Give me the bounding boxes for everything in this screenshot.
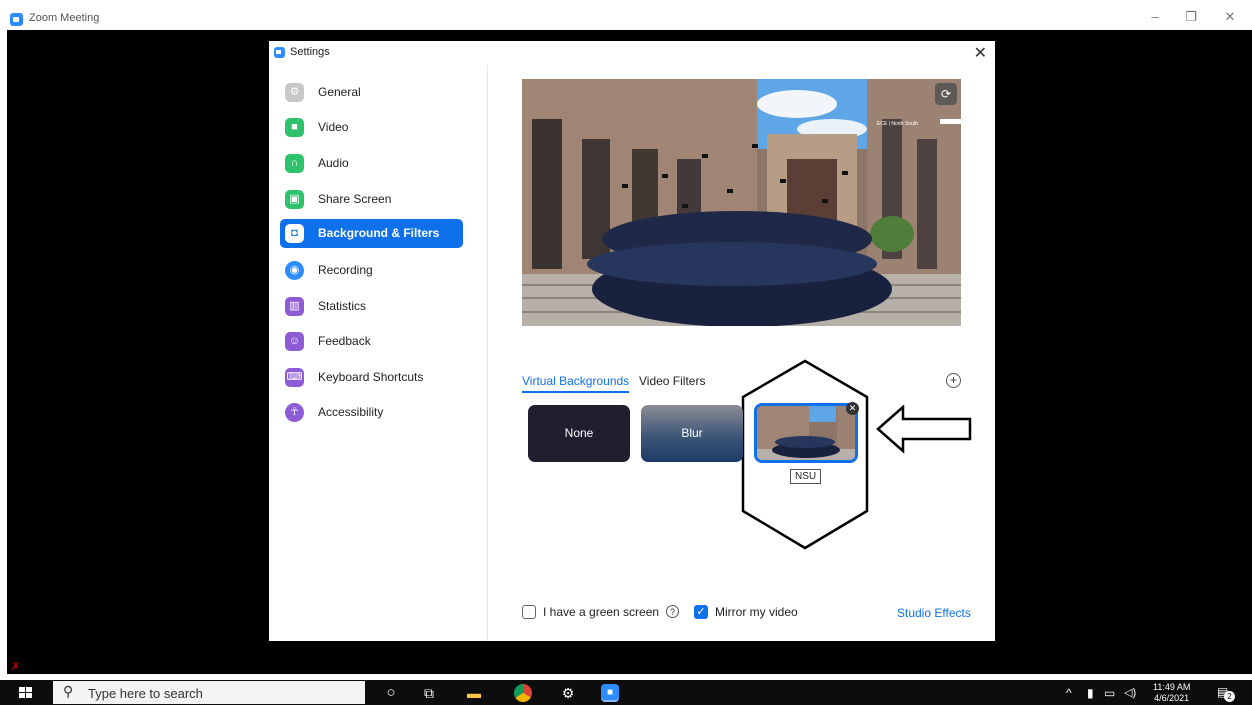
sidebar-item-video[interactable]: ■ Video [280, 113, 463, 142]
sidebar-item-accessibility[interactable]: ☥ Accessibility [280, 398, 463, 427]
sidebar-item-audio[interactable]: ∩ Audio [280, 149, 463, 178]
zoom-window-titlebar: Zoom Meeting – ❐ ✕ [0, 0, 1252, 30]
taskbar-search-box[interactable]: ⚲ Type here to search [53, 681, 365, 704]
settings-sidebar: ⚙ General ■ Video ∩ Audio ▣ Share Screen… [269, 65, 488, 641]
settings-titlebar: Settings ✕ [269, 41, 995, 65]
rotate-camera-button[interactable]: ⟳ [935, 83, 957, 105]
window-title: Zoom Meeting [29, 12, 100, 24]
background-nsu-option[interactable] [754, 403, 858, 463]
search-placeholder: Type here to search [88, 686, 203, 701]
tab-virtual-backgrounds[interactable]: Virtual Backgrounds [522, 374, 630, 393]
video-preview [522, 79, 961, 326]
zoom-taskbar-icon[interactable]: ■ [601, 684, 619, 702]
sidebar-item-label: Feedback [318, 334, 371, 348]
clock-date: 4/6/2021 [1154, 693, 1190, 703]
minimize-button[interactable]: – [1145, 9, 1165, 24]
help-icon[interactable]: ? [666, 605, 679, 618]
dot-mark [1126, 453, 1131, 458]
cortana-icon[interactable]: ○ [382, 684, 400, 702]
volume-icon[interactable]: ◁) [1124, 686, 1136, 699]
notifications-icon[interactable]: ▤ 2 [1217, 685, 1235, 702]
settings-dialog: Settings ✕ ⚙ General ■ Video ∩ Audio ▣ S… [269, 41, 995, 641]
notification-count: 2 [1224, 691, 1235, 702]
muted-mic-icon: ✗ [11, 661, 21, 673]
sidebar-item-share-screen[interactable]: ▣ Share Screen [280, 185, 463, 214]
remove-background-button[interactable]: ✕ [846, 402, 859, 415]
person-portrait-icon: ◘ [285, 224, 304, 243]
bar-chart-icon: ▥ [285, 297, 304, 316]
record-icon: ◉ [285, 261, 304, 280]
share-screen-icon: ▣ [285, 190, 304, 209]
chrome-icon[interactable] [514, 684, 532, 702]
mirror-video-checkbox[interactable]: ✓ [694, 605, 708, 619]
sidebar-item-label: Background & Filters [318, 226, 440, 240]
sidebar-item-label: Keyboard Shortcuts [318, 370, 424, 384]
tab-video-filters[interactable]: Video Filters [639, 374, 705, 388]
background-none-option[interactable]: None [528, 405, 630, 462]
sidebar-item-statistics[interactable]: ▥ Statistics [280, 292, 463, 321]
sidebar-item-recording[interactable]: ◉ Recording [280, 256, 463, 285]
sidebar-item-label: Statistics [318, 299, 367, 313]
sidebar-item-label: General [318, 85, 361, 99]
sidebar-item-general[interactable]: ⚙ General [280, 78, 463, 107]
mirror-video-label: Mirror my video [715, 605, 798, 619]
close-window-button[interactable]: ✕ [1220, 9, 1240, 25]
background-blur-option[interactable]: Blur [641, 405, 743, 462]
zoom-logo-icon [10, 13, 23, 26]
show-hidden-icons-icon[interactable]: ^ [1066, 686, 1072, 700]
headphones-icon: ∩ [285, 154, 304, 173]
search-icon: ⚲ [63, 683, 74, 699]
sidebar-item-label: Video [318, 120, 349, 134]
clock-time: 11:49 AM [1153, 682, 1191, 692]
settings-gear-icon[interactable]: ⚙ [559, 684, 577, 702]
usb-device-icon[interactable]: ▮ [1087, 686, 1094, 700]
settings-title: Settings [290, 46, 330, 58]
smiley-icon: ☺ [285, 332, 304, 351]
sidebar-item-label: Accessibility [318, 405, 384, 419]
rotate-icon: ⟳ [940, 87, 952, 101]
sidebar-item-label: Share Screen [318, 192, 392, 206]
sidebar-item-feedback[interactable]: ☺ Feedback [280, 327, 463, 356]
green-screen-checkbox[interactable] [522, 605, 536, 619]
arrow-annotation [876, 405, 972, 454]
add-background-button[interactable]: + [946, 373, 961, 388]
background-tooltip: NSU [790, 469, 822, 484]
preview-watermark: ECE | North South [877, 121, 919, 127]
restore-button[interactable]: ❐ [1181, 9, 1201, 25]
taskbar-clock[interactable]: 11:49 AM 4/6/2021 [1153, 682, 1190, 704]
plus-icon: + [949, 373, 957, 387]
green-screen-label: I have a green screen [543, 605, 660, 619]
keyboard-icon: ⌨ [285, 368, 304, 387]
sidebar-item-label: Recording [318, 263, 373, 277]
network-icon[interactable]: ▭ [1104, 686, 1115, 700]
windows-taskbar: ⚲ Type here to search ○ ⧉ ▬ ⚙ ■ ^ ▮ ▭ ◁)… [0, 680, 1252, 705]
sidebar-item-label: Audio [318, 156, 349, 170]
zoom-logo-icon [274, 47, 285, 58]
close-settings-button[interactable]: ✕ [974, 43, 987, 63]
sidebar-item-background-filters[interactable]: ◘ Background & Filters [280, 219, 463, 248]
studio-effects-link[interactable]: Studio Effects [897, 606, 971, 620]
windows-start-icon[interactable] [19, 687, 32, 699]
video-camera-icon: ■ [285, 118, 304, 137]
file-explorer-icon[interactable]: ▬ [465, 684, 483, 702]
gear-icon: ⚙ [285, 83, 304, 102]
sidebar-item-keyboard-shortcuts[interactable]: ⌨ Keyboard Shortcuts [280, 363, 463, 392]
task-view-icon[interactable]: ⧉ [420, 684, 438, 702]
accessibility-icon: ☥ [285, 403, 304, 422]
